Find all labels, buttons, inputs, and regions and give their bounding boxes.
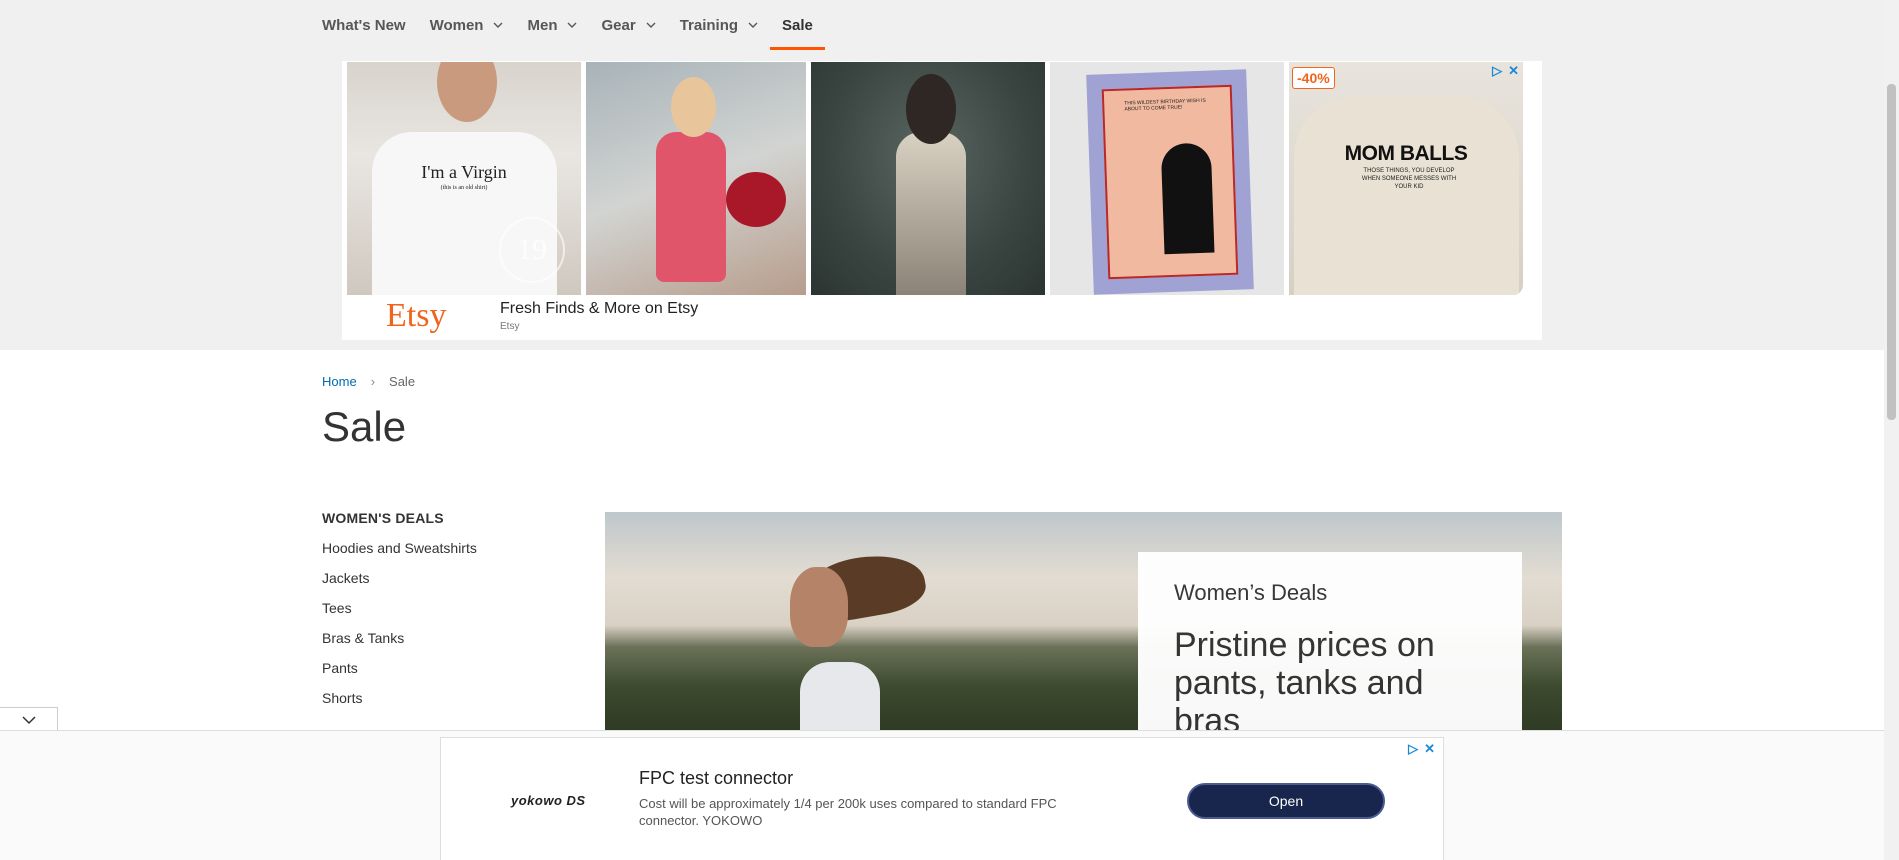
head-shape bbox=[906, 74, 956, 144]
bottom-ad-bar: yokowo DS FPC test connector Cost will b… bbox=[0, 730, 1884, 860]
sweater-shape bbox=[1294, 97, 1519, 295]
body-shape bbox=[896, 132, 966, 295]
hero-kicker: Women’s Deals bbox=[1174, 580, 1328, 605]
ad-image-sweatshirt[interactable]: MOM BALLS THOSE THINGS, YOU DEVELOP WHEN… bbox=[1289, 62, 1523, 295]
chevron-down-icon bbox=[493, 22, 503, 28]
breadcrumb-home[interactable]: Home bbox=[322, 374, 357, 389]
close-icon[interactable]: ✕ bbox=[1424, 742, 1435, 756]
nav-women[interactable]: Women bbox=[430, 0, 504, 50]
etsy-logo[interactable]: Etsy bbox=[386, 297, 446, 335]
nav-gear[interactable]: Gear bbox=[601, 0, 656, 50]
ad-description: Cost will be approximately 1/4 per 200k … bbox=[639, 796, 1057, 828]
sidebar-item-bras-tanks[interactable]: Bras & Tanks bbox=[322, 630, 542, 647]
nav-label: Women bbox=[429, 16, 484, 34]
sidebar-item-pants[interactable]: Pants bbox=[322, 660, 542, 677]
nav-label: Gear bbox=[601, 16, 636, 34]
main-nav: What's New Women Men Gear Training Sale bbox=[322, 0, 837, 50]
shoulder-shape bbox=[800, 662, 880, 730]
hero-card: Women’s Deals Pristine prices on pants, … bbox=[1138, 552, 1522, 730]
close-icon[interactable]: ✕ bbox=[1508, 64, 1519, 78]
ad-brand: Etsy bbox=[500, 321, 520, 332]
page-scrollbar[interactable] bbox=[1884, 0, 1899, 860]
adchoices-icon[interactable]: ▷ bbox=[1492, 64, 1502, 78]
sidebar-womens-deals: WOMEN'S DEALS Hoodies and Sweatshirts Ja… bbox=[322, 510, 542, 720]
hero-banner[interactable]: Women’s Deals Pristine prices on pants, … bbox=[605, 512, 1562, 730]
sweater-text: MOM BALLS bbox=[1344, 142, 1468, 165]
chevron-right-icon: › bbox=[370, 374, 376, 389]
dress-shape bbox=[656, 132, 726, 282]
ad-title[interactable]: FPC test connector bbox=[639, 768, 793, 789]
chevron-down-icon bbox=[21, 715, 36, 724]
ad-image-strip: I'm a Virgin (this is an old shirt) 19 TH… bbox=[347, 62, 1539, 295]
page-title: Sale bbox=[322, 403, 407, 450]
head-shape bbox=[790, 567, 848, 647]
sidebar-item-jackets[interactable]: Jackets bbox=[322, 570, 542, 587]
hero-headline: Pristine prices on pants, tanks and bras bbox=[1174, 626, 1435, 730]
face-shape bbox=[437, 62, 497, 122]
nav-training[interactable]: Training bbox=[680, 0, 758, 50]
nav-label: Sale bbox=[782, 16, 813, 34]
sidebar-item-shorts[interactable]: Shorts bbox=[322, 690, 542, 707]
nav-whats-new[interactable]: What's New bbox=[322, 0, 406, 50]
chevron-down-icon bbox=[567, 22, 577, 28]
shirt-text: I'm a Virgin (this is an old shirt) bbox=[421, 162, 507, 191]
watermark-badge: 19 bbox=[499, 217, 565, 283]
collapse-ad-button[interactable] bbox=[0, 707, 58, 731]
ad-image-tshirt[interactable]: I'm a Virgin (this is an old shirt) 19 bbox=[347, 62, 581, 295]
card-illustration: THIS WILDEST BIRTHDAY WISH IS ABOUT TO C… bbox=[1101, 84, 1239, 280]
open-button[interactable]: Open bbox=[1187, 783, 1385, 819]
sweater-subtext: THOSE THINGS, YOU DEVELOP WHEN SOMEONE M… bbox=[1361, 168, 1457, 190]
etsy-ad[interactable]: I'm a Virgin (this is an old shirt) 19 TH… bbox=[342, 61, 1542, 340]
discount-badge: -40% bbox=[1292, 67, 1335, 89]
bottom-ad[interactable]: yokowo DS FPC test connector Cost will b… bbox=[440, 737, 1444, 860]
ad-image-card[interactable]: THIS WILDEST BIRTHDAY WISH IS ABOUT TO C… bbox=[1050, 62, 1284, 295]
ad-image-pink-dress[interactable] bbox=[586, 62, 806, 295]
ad-controls: ▷ ✕ bbox=[1404, 740, 1439, 758]
ad-image-portrait[interactable] bbox=[811, 62, 1045, 295]
ad-controls: ▷ ✕ bbox=[1488, 62, 1523, 80]
flowers-shape bbox=[726, 172, 786, 227]
card-caption: THIS WILDEST BIRTHDAY WISH IS ABOUT TO C… bbox=[1124, 97, 1206, 113]
sidebar-item-tees[interactable]: Tees bbox=[322, 600, 542, 617]
scrollbar-thumb[interactable] bbox=[1887, 84, 1896, 420]
nav-label: Training bbox=[679, 16, 739, 34]
nav-label: What's New bbox=[322, 16, 406, 34]
nav-men[interactable]: Men bbox=[527, 0, 577, 50]
breadcrumb-current: Sale bbox=[389, 374, 416, 389]
sidebar-item-hoodies[interactable]: Hoodies and Sweatshirts bbox=[322, 540, 542, 557]
chevron-down-icon bbox=[646, 22, 656, 28]
ad-headline[interactable]: Fresh Finds & More on Etsy bbox=[500, 300, 698, 318]
adchoices-icon[interactable]: ▷ bbox=[1408, 742, 1418, 756]
advertiser-logo: yokowo DS bbox=[511, 793, 586, 808]
nav-sale[interactable]: Sale bbox=[770, 0, 825, 50]
head-shape bbox=[671, 77, 716, 137]
greeting-card: THIS WILDEST BIRTHDAY WISH IS ABOUT TO C… bbox=[1086, 69, 1254, 295]
nav-label: Men bbox=[527, 16, 558, 34]
breadcrumb: Home › Sale bbox=[322, 374, 415, 389]
sidebar-heading: WOMEN'S DEALS bbox=[322, 510, 444, 526]
header-band: What's New Women Men Gear Training Sale … bbox=[0, 0, 1884, 350]
shadow-shape bbox=[1160, 142, 1215, 255]
chevron-down-icon bbox=[748, 22, 758, 28]
